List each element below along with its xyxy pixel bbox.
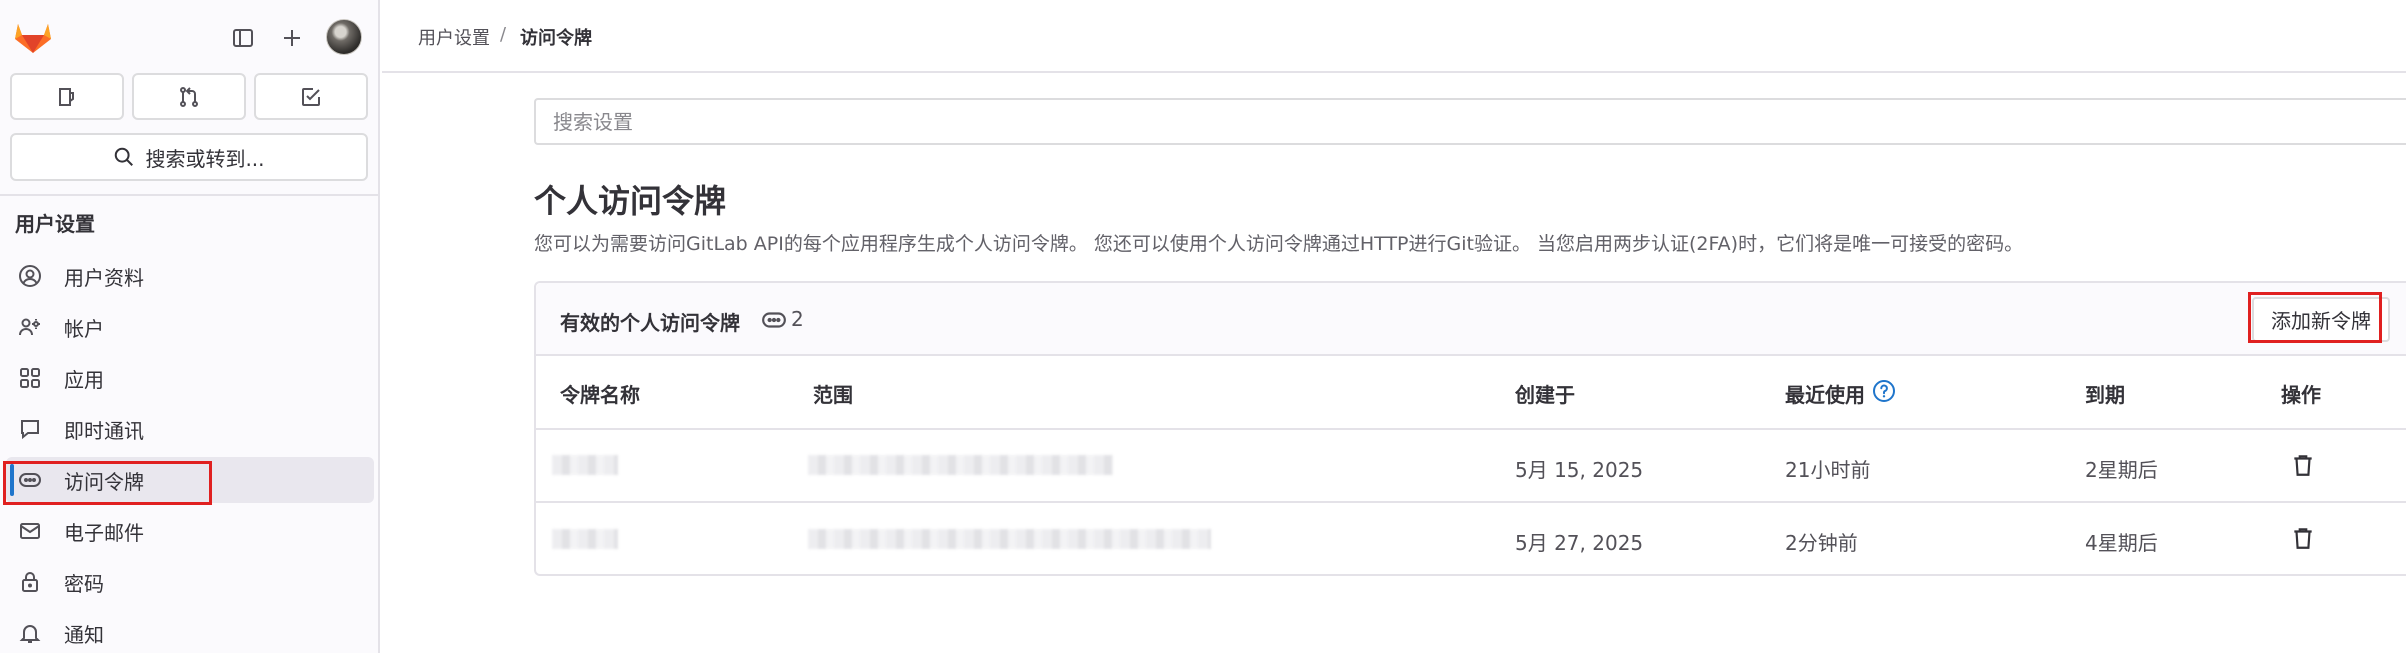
sidebar-item-emails[interactable]: 电子邮件 <box>6 508 374 554</box>
expires: 2星期后 <box>2085 458 2158 482</box>
last-used: 21小时前 <box>1785 458 1871 482</box>
breadcrumb-separator: / <box>500 24 507 45</box>
search-settings-input[interactable] <box>534 98 2406 145</box>
sidebar-item-label: 密码 <box>64 571 104 596</box>
chat-icon <box>18 417 42 441</box>
column-header-last-used[interactable]: 最近使用 <box>1785 379 1865 408</box>
redacted-token-scope <box>808 455 1113 475</box>
page-description: 您可以为需要访问GitLab API的每个应用程序生成个人访问令牌。 您还可以使… <box>534 233 2024 255</box>
sidebar-item-profile[interactable]: 用户资料 <box>6 253 374 299</box>
column-header-expires[interactable]: 到期 <box>2085 379 2125 408</box>
sidebar-item-label: 访问令牌 <box>64 469 144 494</box>
sidebar-item-chat[interactable]: 即时通讯 <box>6 406 374 452</box>
token-count: 2 <box>791 307 804 331</box>
token-icon <box>18 468 42 492</box>
sidebar-divider <box>0 194 378 196</box>
breadcrumb-current: 访问令牌 <box>520 28 592 49</box>
sidebar-item-account[interactable]: 帐户 <box>6 304 374 350</box>
sidebar-nav: 用户资料 帐户 应用 即时通讯 访问令牌 电子邮件 密码 通知 <box>6 253 374 653</box>
token-icon <box>761 307 787 333</box>
sidebar-item-notifications[interactable]: 通知 <box>6 610 374 653</box>
redacted-token-name <box>552 529 618 549</box>
sidebar-toggle-icon[interactable] <box>225 20 261 56</box>
sidebar-item-label: 应用 <box>64 367 104 392</box>
gitlab-logo-icon[interactable] <box>12 16 54 58</box>
redacted-token-name <box>552 455 618 475</box>
column-header-name[interactable]: 令牌名称 <box>560 379 640 408</box>
sidebar: 搜索或转到... 用户设置 用户资料 帐户 应用 即时通讯 访问令牌 电子邮件 … <box>0 0 380 653</box>
redacted-token-scope <box>808 529 1211 549</box>
column-header-scope: 范围 <box>813 383 853 407</box>
account-icon <box>18 315 42 339</box>
help-icon[interactable] <box>1872 379 1896 403</box>
lock-icon <box>18 570 42 594</box>
search-icon <box>113 146 135 168</box>
card-title: 有效的个人访问令牌 <box>560 311 740 335</box>
search-label: 搜索或转到... <box>145 146 265 171</box>
plus-icon[interactable] <box>274 20 310 56</box>
merge-request-icon <box>177 85 201 109</box>
issues-button[interactable] <box>10 73 124 120</box>
merge-requests-button[interactable] <box>132 73 246 120</box>
breadcrumb-parent-link[interactable]: 用户设置 <box>418 24 490 50</box>
trash-icon[interactable] <box>2290 525 2316 551</box>
row-divider <box>536 428 2406 430</box>
active-tokens-card: 有效的个人访问令牌 2 添加新令牌 令牌名称 范围 创建于 最近使用 到期 操作… <box>534 281 2406 576</box>
profile-icon <box>18 264 42 288</box>
mail-icon <box>18 519 42 543</box>
sidebar-section-title: 用户设置 <box>15 212 95 236</box>
issues-icon <box>55 85 79 109</box>
expires: 4星期后 <box>2085 531 2158 555</box>
bell-icon <box>18 621 42 645</box>
card-header: 有效的个人访问令牌 2 添加新令牌 <box>536 283 2406 356</box>
row-divider <box>536 501 2406 503</box>
column-header-actions: 操作 <box>2281 383 2321 407</box>
search-or-goto-button[interactable]: 搜索或转到... <box>10 133 368 181</box>
sidebar-item-label: 用户资料 <box>64 265 144 290</box>
created-date: 5月 27, 2025 <box>1515 531 1644 555</box>
applications-icon <box>18 366 42 390</box>
todos-button[interactable] <box>254 73 368 120</box>
sidebar-item-label: 帐户 <box>64 316 104 341</box>
sidebar-item-password[interactable]: 密码 <box>6 559 374 605</box>
sidebar-item-label: 通知 <box>64 622 104 647</box>
created-date: 5月 15, 2025 <box>1515 458 1644 482</box>
sidebar-item-label: 电子邮件 <box>64 520 144 545</box>
trash-icon[interactable] <box>2290 452 2316 478</box>
avatar[interactable] <box>326 19 362 55</box>
top-bar: 用户设置 / 访问令牌 <box>382 0 2406 73</box>
sidebar-item-applications[interactable]: 应用 <box>6 355 374 401</box>
column-header-created[interactable]: 创建于 <box>1515 379 1575 408</box>
sidebar-item-access-tokens[interactable]: 访问令牌 <box>6 457 374 503</box>
last-used: 2分钟前 <box>1785 531 1858 555</box>
add-new-token-button[interactable]: 添加新令牌 <box>2252 297 2390 342</box>
page-title: 个人访问令牌 <box>534 182 727 220</box>
sidebar-item-label: 即时通讯 <box>64 418 144 443</box>
todo-check-icon <box>299 85 323 109</box>
